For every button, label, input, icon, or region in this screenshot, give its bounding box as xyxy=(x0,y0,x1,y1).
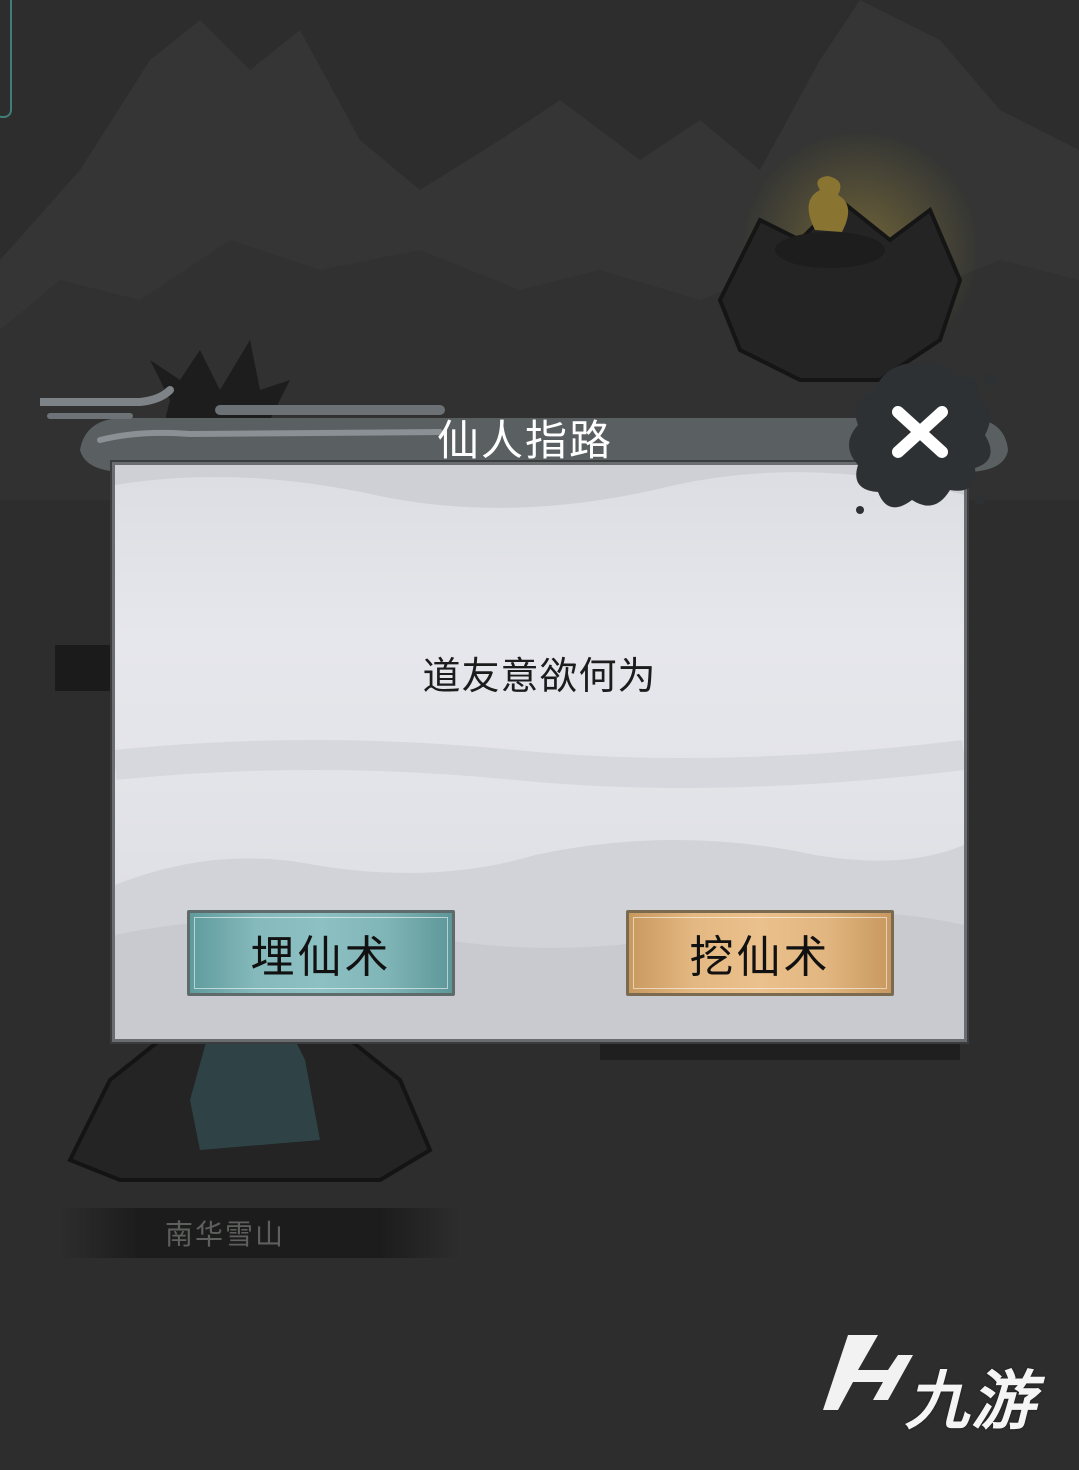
watermark-text: 九游 xyxy=(905,1365,1037,1439)
corner-frame-decoration xyxy=(0,0,12,118)
dialog-panel: 道友意欲何为 埋仙术 挖仙术 xyxy=(112,462,967,1042)
dialog-message: 道友意欲何为 xyxy=(422,654,657,698)
close-x-icon xyxy=(849,361,996,514)
bury-immortal-button[interactable]: 埋仙术 xyxy=(187,910,455,996)
dig-immortal-button[interactable]: 挖仙术 xyxy=(626,910,894,996)
close-button[interactable] xyxy=(840,350,1000,530)
map-location-label[interactable]: 南华雪山 xyxy=(60,1208,460,1258)
map-location-name: 南华雪山 xyxy=(164,1218,285,1251)
